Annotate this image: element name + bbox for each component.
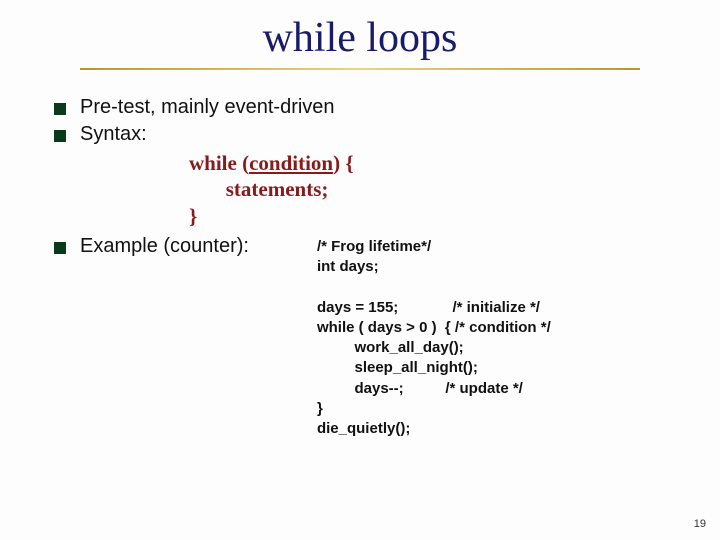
bullet-text-1: Pre-test, mainly event-driven [80, 96, 335, 119]
syntax-brace: ) { [333, 151, 354, 175]
bullet-row-3: Example (counter): /* Frog lifetime*/ in… [54, 235, 680, 440]
title-part-loops: loops [356, 15, 458, 61]
title-part-while: while [263, 15, 356, 61]
syntax-while: while ( [189, 151, 249, 175]
syntax-block: while (condition) { statements; } [189, 150, 680, 229]
syntax-line-1: while (condition) { [189, 150, 680, 176]
bullet-text-2: Syntax: [80, 123, 147, 146]
syntax-condition: condition [249, 151, 333, 175]
bullet-text-3: Example (counter): [80, 235, 249, 258]
slide-title: while loops [0, 14, 720, 62]
bullet-icon [54, 130, 66, 142]
bullet-row-2: Syntax: [54, 123, 680, 146]
bullet-icon [54, 242, 66, 254]
slide-content: Pre-test, mainly event-driven Syntax: wh… [0, 70, 720, 439]
page-number: 19 [694, 518, 706, 530]
syntax-line-3: } [189, 203, 680, 229]
bullet-row-1: Pre-test, mainly event-driven [54, 96, 680, 119]
syntax-line-2: statements; [189, 176, 680, 202]
code-example: /* Frog lifetime*/ int days; days = 155;… [317, 237, 551, 440]
slide-title-area: while loops [0, 0, 720, 70]
bullet-icon [54, 103, 66, 115]
